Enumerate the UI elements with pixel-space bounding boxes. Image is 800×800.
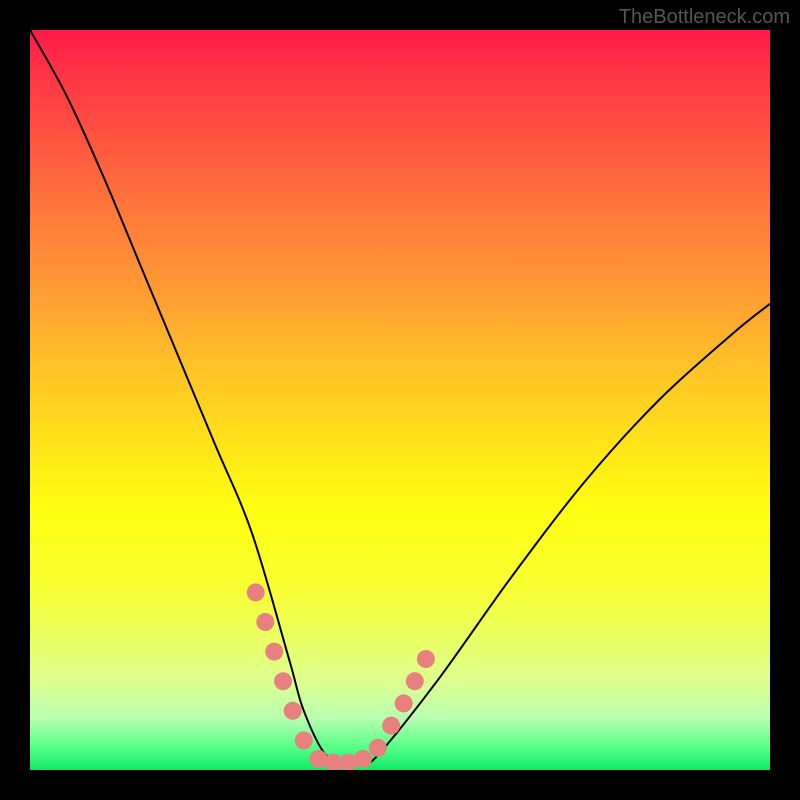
highlight-dot: [284, 702, 302, 720]
highlight-dot: [247, 583, 265, 601]
highlight-dot: [295, 731, 313, 749]
highlight-dot: [354, 750, 372, 768]
highlight-dot: [395, 694, 413, 712]
bottleneck-curve: [30, 30, 770, 764]
highlight-dot: [265, 643, 283, 661]
highlight-dot: [382, 717, 400, 735]
watermark-text: TheBottleneck.com: [619, 6, 790, 29]
highlight-dot: [417, 650, 435, 668]
chart-svg: [30, 30, 770, 770]
highlight-dot: [369, 739, 387, 757]
highlight-markers: [247, 583, 435, 770]
highlight-dot: [310, 750, 328, 768]
chart-plot-area: [30, 30, 770, 770]
highlight-dot: [406, 672, 424, 690]
highlight-dot: [256, 613, 274, 631]
highlight-dot: [324, 754, 342, 770]
highlight-dot: [274, 672, 292, 690]
highlight-dot: [339, 754, 357, 770]
